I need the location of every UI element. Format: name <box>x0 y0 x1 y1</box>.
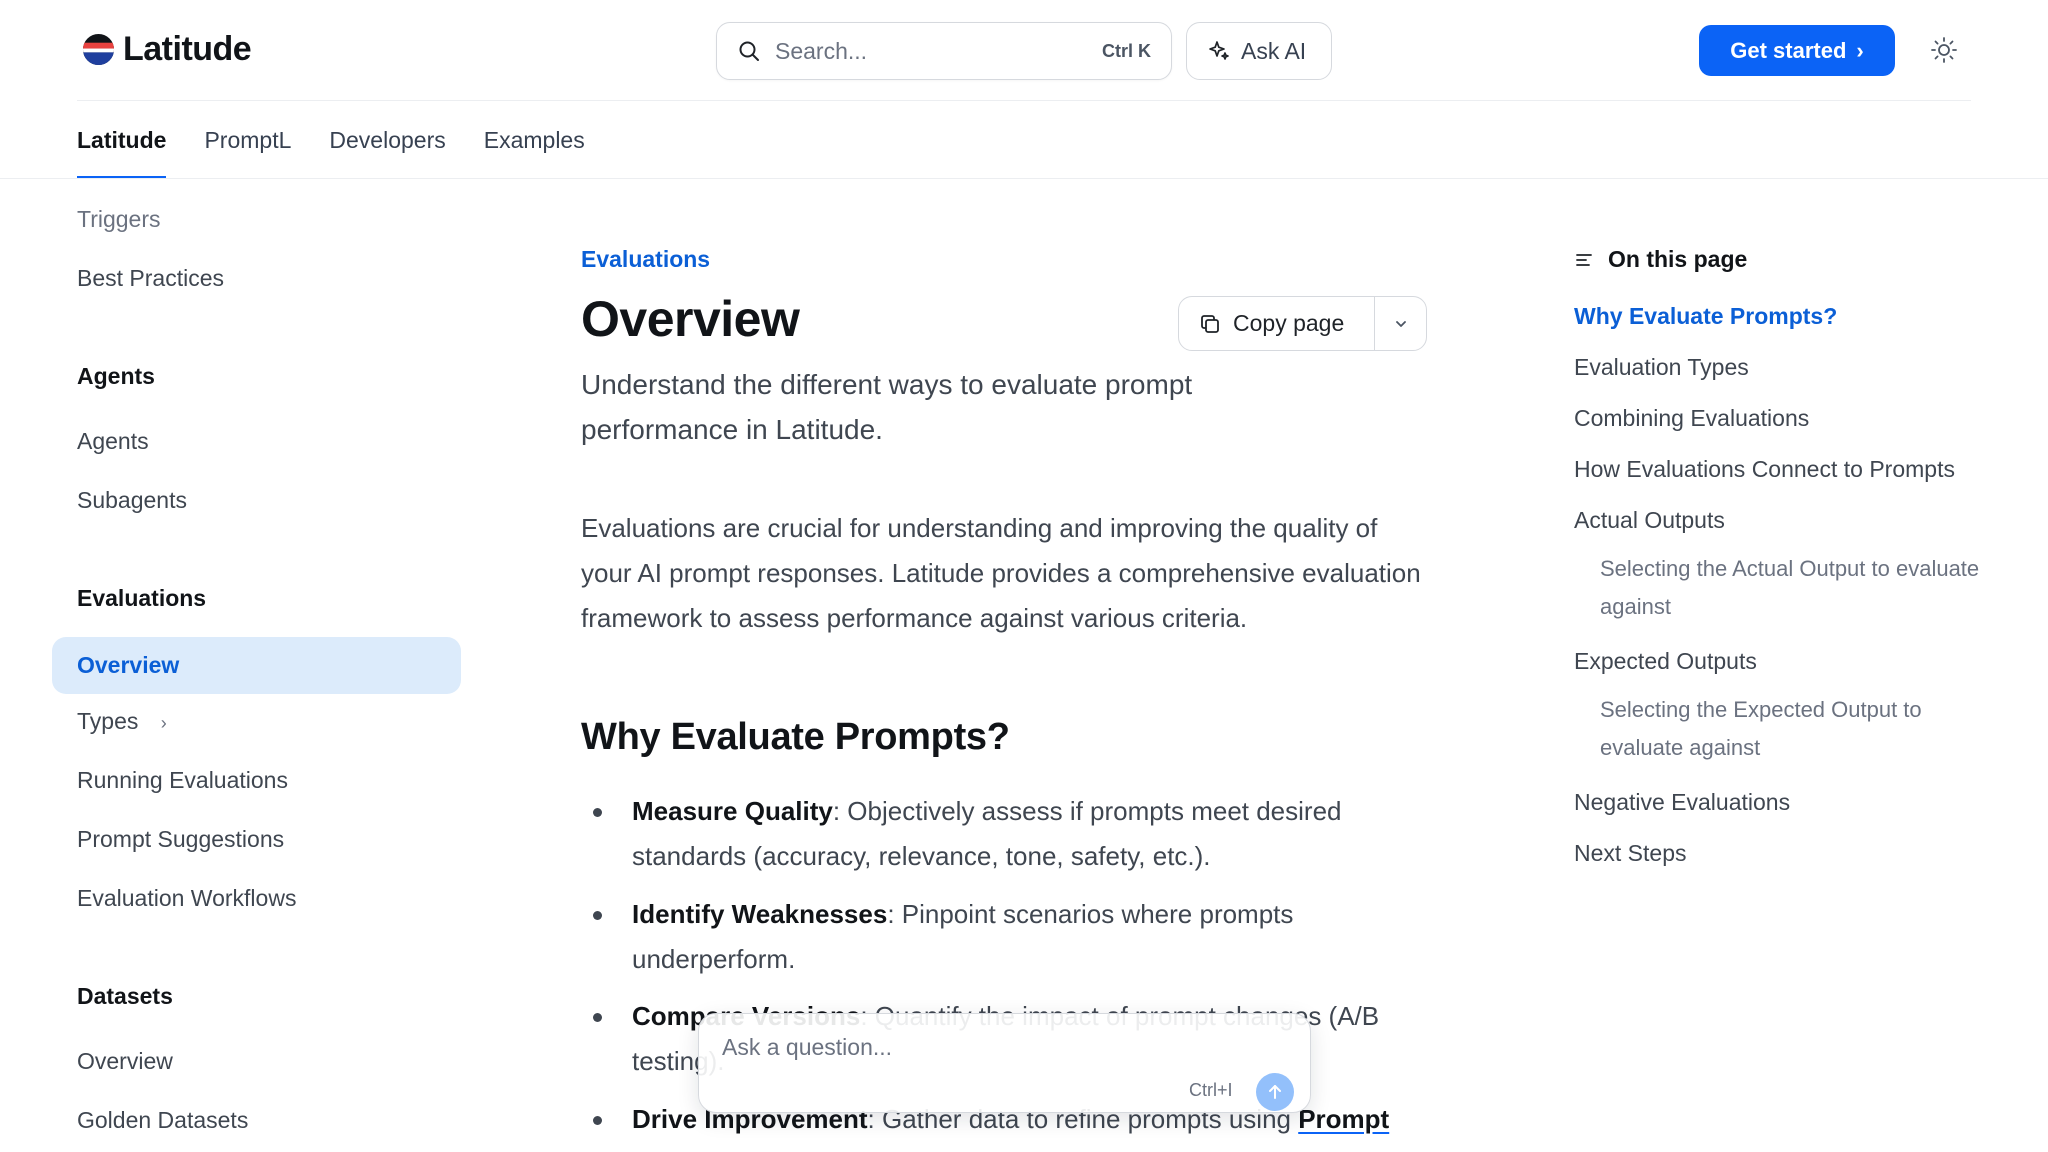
toc-subitem-actual-output[interactable]: Selecting the Actual Output to evaluate … <box>1600 550 1980 626</box>
section-eyebrow[interactable]: Evaluations <box>581 246 710 273</box>
docs-page: Latitude Search... Ctrl K Ask AI Get sta… <box>0 0 2048 1152</box>
ask-question-input[interactable]: Ask a question... <box>722 1034 892 1061</box>
chevron-right-icon: › <box>1856 37 1864 63</box>
sidebar-item-best-practices[interactable]: Best Practices <box>77 265 224 292</box>
ask-question-box[interactable]: Ask a question... Ctrl+I <box>698 1013 1311 1113</box>
ask-ai-label: Ask AI <box>1241 37 1307 64</box>
bullet-bold: Identify Weaknesses <box>632 899 888 929</box>
toc-heading: On this page <box>1574 246 1747 273</box>
tab-developers[interactable]: Developers <box>329 100 445 178</box>
get-started-button[interactable]: Get started › <box>1699 25 1895 76</box>
brand-name: Latitude <box>123 30 252 68</box>
bullet-dot <box>593 1116 602 1125</box>
toc-item-combining-evaluations[interactable]: Combining Evaluations <box>1574 405 1809 432</box>
list-lines-icon <box>1576 253 1592 266</box>
prompt-link[interactable]: Prompt <box>1298 1104 1389 1134</box>
chevron-right-icon: › <box>160 713 167 733</box>
get-started-label: Get started <box>1730 37 1847 63</box>
toc-heading-label: On this page <box>1608 246 1748 272</box>
bullet-text: Measure Quality: Objectively assess if p… <box>632 789 1422 879</box>
brand-logo[interactable]: Latitude <box>82 30 252 69</box>
sidebar-item-datasets-overview[interactable]: Overview <box>77 1048 173 1075</box>
latitude-logo-icon <box>82 33 115 66</box>
page-subtitle: Understand the different ways to evaluat… <box>581 369 1193 445</box>
tab-promptl[interactable]: PromptL <box>204 100 291 178</box>
sidebar-item-overview-active[interactable]: Overview <box>52 637 461 694</box>
bullet-text: Identify Weaknesses: Pinpoint scenarios … <box>632 892 1422 982</box>
sun-icon[interactable] <box>1930 36 1958 64</box>
search-icon <box>739 41 759 61</box>
toc-item-next-steps[interactable]: Next Steps <box>1574 840 1687 867</box>
copy-page-button[interactable]: Copy page <box>1179 297 1374 350</box>
sidebar-heading-agents: Agents <box>77 363 155 389</box>
chevron-down-icon <box>1395 320 1406 327</box>
copy-icon <box>1201 314 1219 333</box>
ask-ai-button[interactable]: Ask AI <box>1186 22 1332 80</box>
section-heading: Why Evaluate Prompts? <box>581 716 1010 758</box>
sidebar-item-running-evaluations[interactable]: Running Evaluations <box>77 767 288 794</box>
sidebar-item-triggers[interactable]: Triggers <box>77 206 161 233</box>
sidebar-item-evaluation-workflows[interactable]: Evaluation Workflows <box>77 885 296 912</box>
toc-item-actual-outputs[interactable]: Actual Outputs <box>1574 507 1725 534</box>
bullet-bold: Measure Quality <box>632 796 833 826</box>
bullet-dot <box>593 911 602 920</box>
toc-item-expected-outputs[interactable]: Expected Outputs <box>1574 648 1757 675</box>
search-placeholder: Search... <box>775 37 868 64</box>
toc-subitem-expected-output[interactable]: Selecting the Expected Output to evaluat… <box>1600 691 1980 767</box>
tab-latitude[interactable]: Latitude <box>77 100 167 178</box>
tab-examples[interactable]: Examples <box>484 100 585 178</box>
toc-item-evaluation-types[interactable]: Evaluation Types <box>1574 354 1749 381</box>
copy-options-dropdown[interactable] <box>1375 297 1426 350</box>
top-tabs: Latitude PromptL Developers Examples <box>77 100 585 178</box>
sidebar-item-label: Types <box>77 708 139 734</box>
send-button[interactable] <box>1256 1073 1294 1111</box>
top-header: Latitude Search... Ctrl K Ask AI Get sta… <box>0 0 2048 100</box>
toc-item-negative-evaluations[interactable]: Negative Evaluations <box>1574 789 1790 816</box>
copy-page-label: Copy page <box>1233 310 1345 336</box>
page-title: Overview <box>581 291 800 347</box>
sidebar-item-prompt-suggestions[interactable]: Prompt Suggestions <box>77 826 284 853</box>
bullet-dot <box>593 1013 602 1022</box>
intro-paragraph: Evaluations are crucial for understandin… <box>581 513 1421 633</box>
toc-item-why-evaluate[interactable]: Why Evaluate Prompts? <box>1574 303 1837 330</box>
copy-page-group: Copy page <box>1178 296 1427 351</box>
sparkle-icon <box>1209 41 1229 60</box>
toc-item-how-evaluations-connect[interactable]: How Evaluations Connect to Prompts <box>1574 456 1955 483</box>
bullet-dot <box>593 808 602 817</box>
sidebar-heading-evaluations: Evaluations <box>77 585 207 611</box>
search-shortcut: Ctrl K <box>1102 40 1151 61</box>
arrow-up-icon <box>1269 1085 1281 1099</box>
sidebar-item-types[interactable]: Types › <box>77 708 167 735</box>
sidebar-item-subagents[interactable]: Subagents <box>77 487 187 514</box>
sidebar-item-agents[interactable]: Agents <box>77 428 149 455</box>
sidebar-item-golden-datasets[interactable]: Golden Datasets <box>77 1107 248 1134</box>
sidebar-item-label: Overview <box>77 652 180 678</box>
sidebar-heading-datasets: Datasets <box>77 983 173 1009</box>
search-bar[interactable]: Search... Ctrl K <box>716 22 1172 80</box>
tabs-divider <box>0 178 2048 179</box>
ask-shortcut: Ctrl+I <box>1189 1080 1233 1100</box>
